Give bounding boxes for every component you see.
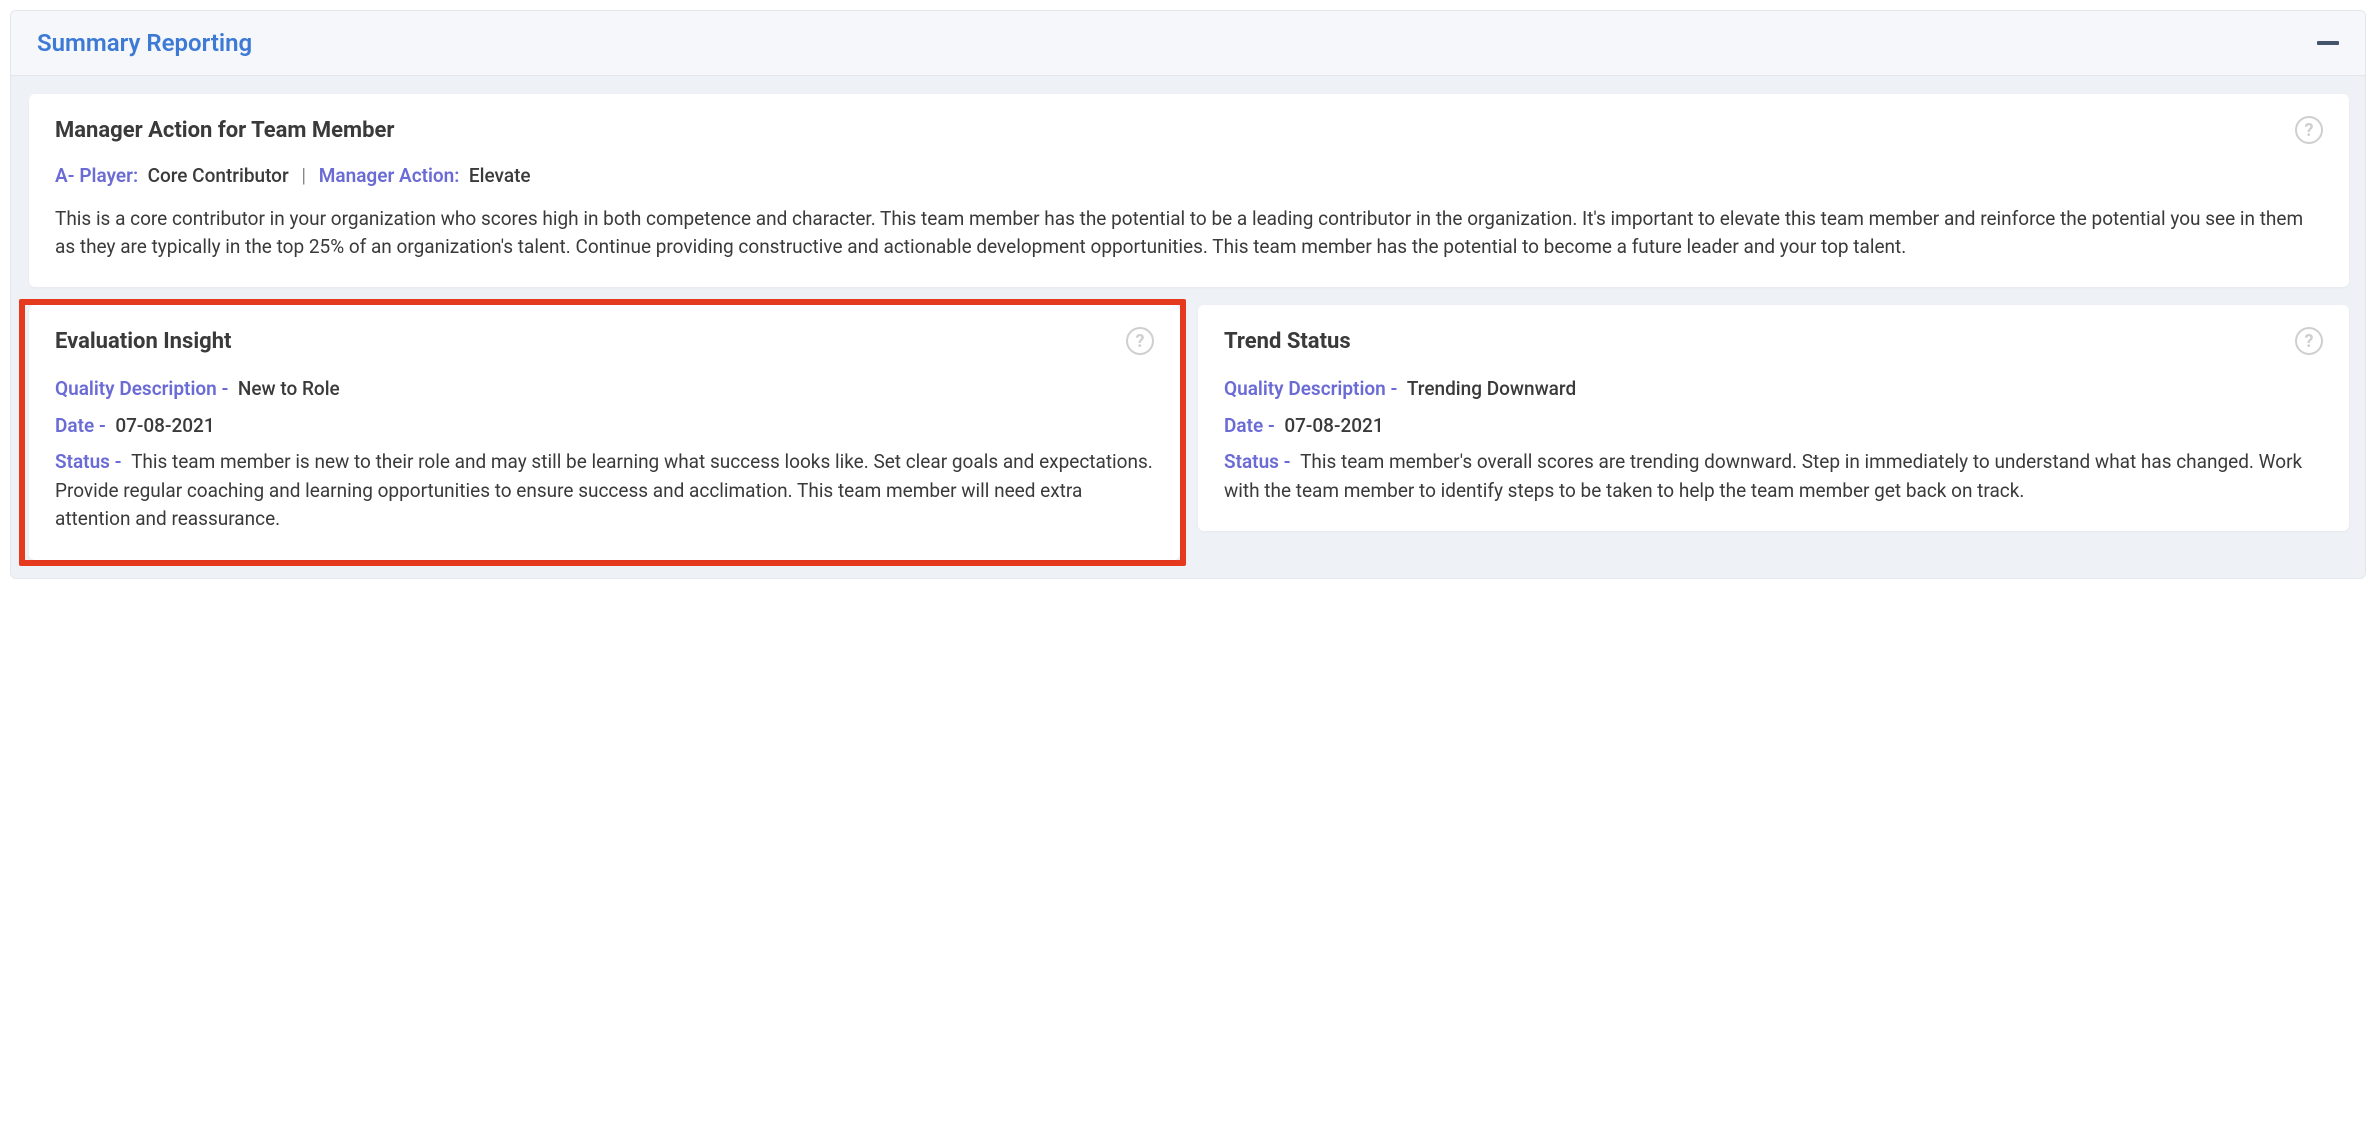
evaluation-insight-card: Evaluation Insight ? Quality Description… (29, 305, 1180, 560)
evaluation-insight-column: Evaluation Insight ? Quality Description… (29, 305, 1180, 560)
date-label: Date - (1224, 414, 1275, 437)
panel-body: Manager Action for Team Member ? A- Play… (11, 76, 2365, 578)
card-header: Evaluation Insight ? (55, 327, 1154, 355)
quality-description-label: Quality Description - (55, 377, 228, 400)
quality-description-label: Quality Description - (1224, 377, 1397, 400)
status-line: Status - This team member's overall scor… (1224, 448, 2323, 505)
quality-description-line: Quality Description - Trending Downward (1224, 375, 2323, 404)
card-header: Trend Status ? (1224, 327, 2323, 355)
status-value: This team member's overall scores are tr… (1224, 450, 2302, 502)
status-value: This team member is new to their role an… (55, 450, 1153, 530)
date-line: Date - 07-08-2021 (55, 412, 1154, 441)
manager-action-summary: A- Player: Core Contributor | Manager Ac… (55, 164, 2323, 187)
date-label: Date - (55, 414, 106, 437)
trend-status-column: Trend Status ? Quality Description - Tre… (1198, 305, 2349, 560)
quality-description-line: Quality Description - New to Role (55, 375, 1154, 404)
card-header: Manager Action for Team Member ? (55, 116, 2323, 144)
panel-title: Summary Reporting (37, 29, 252, 57)
minus-icon[interactable] (2317, 41, 2339, 45)
status-label: Status - (55, 450, 122, 473)
summary-reporting-panel: Summary Reporting Manager Action for Tea… (10, 10, 2366, 579)
manager-action-title: Manager Action for Team Member (55, 118, 394, 143)
status-label: Status - (1224, 450, 1291, 473)
date-value: 07-08-2021 (115, 414, 214, 437)
a-player-label: A- Player: (55, 164, 138, 187)
manager-action-value: Elevate (469, 164, 531, 187)
date-line: Date - 07-08-2021 (1224, 412, 2323, 441)
manager-action-body: This is a core contributor in your organ… (55, 205, 2323, 261)
two-column-row: Evaluation Insight ? Quality Description… (29, 305, 2349, 560)
date-value: 07-08-2021 (1284, 414, 1383, 437)
quality-description-value: Trending Downward (1407, 377, 1576, 400)
a-player-value: Core Contributor (148, 164, 289, 187)
help-icon[interactable]: ? (2295, 116, 2323, 144)
help-icon[interactable]: ? (2295, 327, 2323, 355)
quality-description-value: New to Role (238, 377, 340, 400)
help-icon[interactable]: ? (1126, 327, 1154, 355)
trend-status-card: Trend Status ? Quality Description - Tre… (1198, 305, 2349, 531)
manager-action-card: Manager Action for Team Member ? A- Play… (29, 94, 2349, 287)
evaluation-insight-title: Evaluation Insight (55, 329, 231, 354)
manager-action-label: Manager Action: (319, 164, 460, 187)
status-line: Status - This team member is new to thei… (55, 448, 1154, 534)
panel-header: Summary Reporting (11, 11, 2365, 76)
trend-status-title: Trend Status (1224, 329, 1351, 354)
divider: | (301, 164, 306, 187)
